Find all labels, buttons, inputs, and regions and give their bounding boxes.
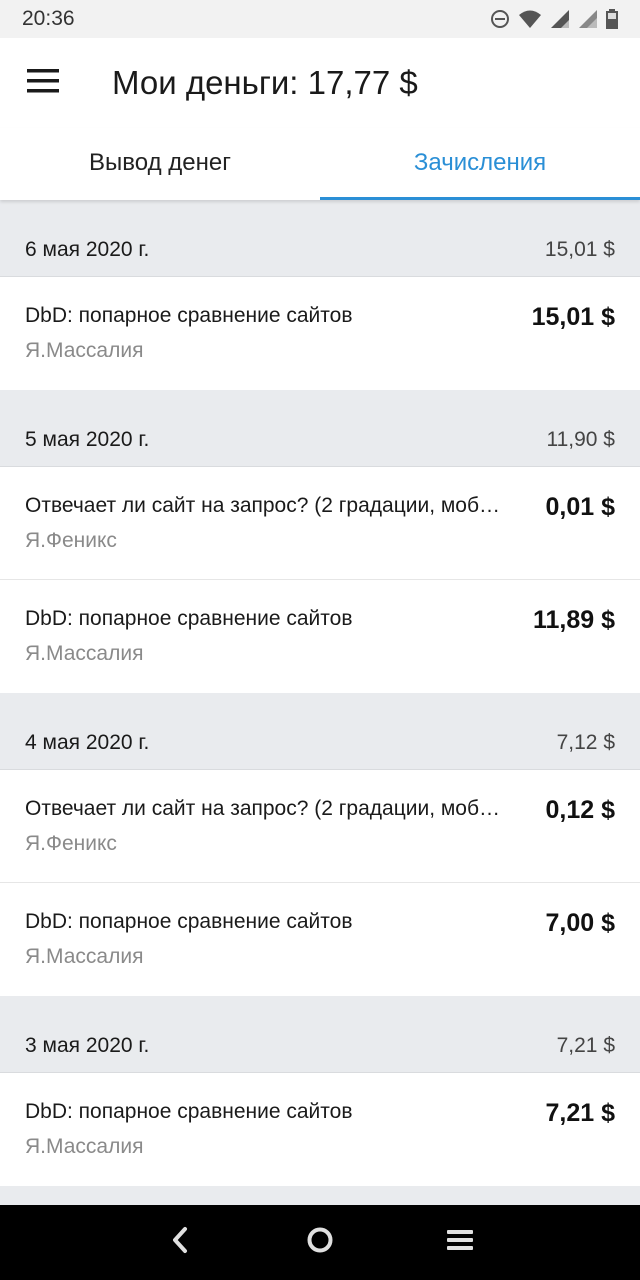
day-header: 6 мая 2020 г. 15,01 $ <box>0 200 640 277</box>
task-title: Отвечает ли сайт на запрос? (2 градации,… <box>25 797 501 820</box>
transactions-list[interactable]: 6 мая 2020 г. 15,01 $ DbD: попарное срав… <box>0 200 640 1186</box>
home-icon <box>306 1226 334 1259</box>
day-date: 6 мая 2020 г. <box>25 238 150 261</box>
task-title: DbD: попарное сравнение сайтов <box>25 304 353 327</box>
task-title: DbD: попарное сравнение сайтов <box>25 910 353 933</box>
day-total: 7,12 $ <box>556 731 615 754</box>
requester-name: Я.Массалия <box>25 945 144 968</box>
back-icon <box>170 1226 190 1259</box>
menu-button[interactable] <box>0 38 86 128</box>
amount: 0,12 $ <box>545 796 615 824</box>
requester-name: Я.Массалия <box>25 339 144 362</box>
list-item[interactable]: DbD: попарное сравнение сайтов Я.Массали… <box>0 883 640 996</box>
day-header: 5 мая 2020 г. 11,90 $ <box>0 390 640 467</box>
battery-icon <box>606 9 618 29</box>
list-item[interactable]: DbD: попарное сравнение сайтов Я.Массали… <box>0 580 640 693</box>
task-title: DbD: попарное сравнение сайтов <box>25 607 353 630</box>
requester-name: Я.Массалия <box>25 642 144 665</box>
do-not-disturb-icon <box>490 9 510 29</box>
day-total: 15,01 $ <box>544 238 615 261</box>
wifi-icon <box>518 9 542 29</box>
day-total: 11,90 $ <box>546 428 615 451</box>
requester-name: Я.Феникс <box>25 832 117 855</box>
day-date: 4 мая 2020 г. <box>25 731 150 754</box>
system-nav-bar <box>0 1205 640 1280</box>
back-button[interactable] <box>150 1213 210 1273</box>
recents-button[interactable] <box>430 1213 490 1273</box>
menu-icon <box>27 68 59 98</box>
requester-name: Я.Феникс <box>25 529 117 552</box>
signal-icon <box>578 9 598 29</box>
amount: 0,01 $ <box>545 493 615 521</box>
amount: 7,21 $ <box>545 1099 615 1127</box>
list-item[interactable]: DbD: попарное сравнение сайтов Я.Массали… <box>0 1073 640 1186</box>
list-item[interactable]: Отвечает ли сайт на запрос? (2 градации,… <box>0 770 640 883</box>
recents-icon <box>447 1228 473 1257</box>
tab-bar: Вывод денег Зачисления <box>0 128 640 200</box>
day-date: 3 мая 2020 г. <box>25 1034 150 1057</box>
status-time: 20:36 <box>22 7 75 30</box>
requester-name: Я.Массалия <box>25 1135 144 1158</box>
tab-withdraw[interactable]: Вывод денег <box>0 128 320 200</box>
tab-income[interactable]: Зачисления <box>320 128 640 200</box>
status-bar: 20:36 <box>0 0 640 38</box>
amount: 15,01 $ <box>531 303 615 331</box>
amount: 7,00 $ <box>545 909 615 937</box>
day-header: 3 мая 2020 г. 7,21 $ <box>0 996 640 1073</box>
list-item[interactable]: Отвечает ли сайт на запрос? (2 градации,… <box>0 467 640 580</box>
task-title: DbD: попарное сравнение сайтов <box>25 1100 353 1123</box>
signal-icon <box>550 9 570 29</box>
app-bar: Мои деньги: 17,77 $ <box>0 38 640 128</box>
list-item[interactable]: DbD: попарное сравнение сайтов Я.Массали… <box>0 277 640 390</box>
day-total: 7,21 $ <box>556 1034 615 1057</box>
amount: 11,89 $ <box>532 606 615 634</box>
home-button[interactable] <box>290 1213 350 1273</box>
day-date: 5 мая 2020 г. <box>25 428 150 451</box>
task-title: Отвечает ли сайт на запрос? (2 градации,… <box>25 494 501 517</box>
status-icons <box>490 9 618 29</box>
day-header: 4 мая 2020 г. 7,12 $ <box>0 693 640 770</box>
page-title: Мои деньги: 17,77 $ <box>112 64 418 101</box>
